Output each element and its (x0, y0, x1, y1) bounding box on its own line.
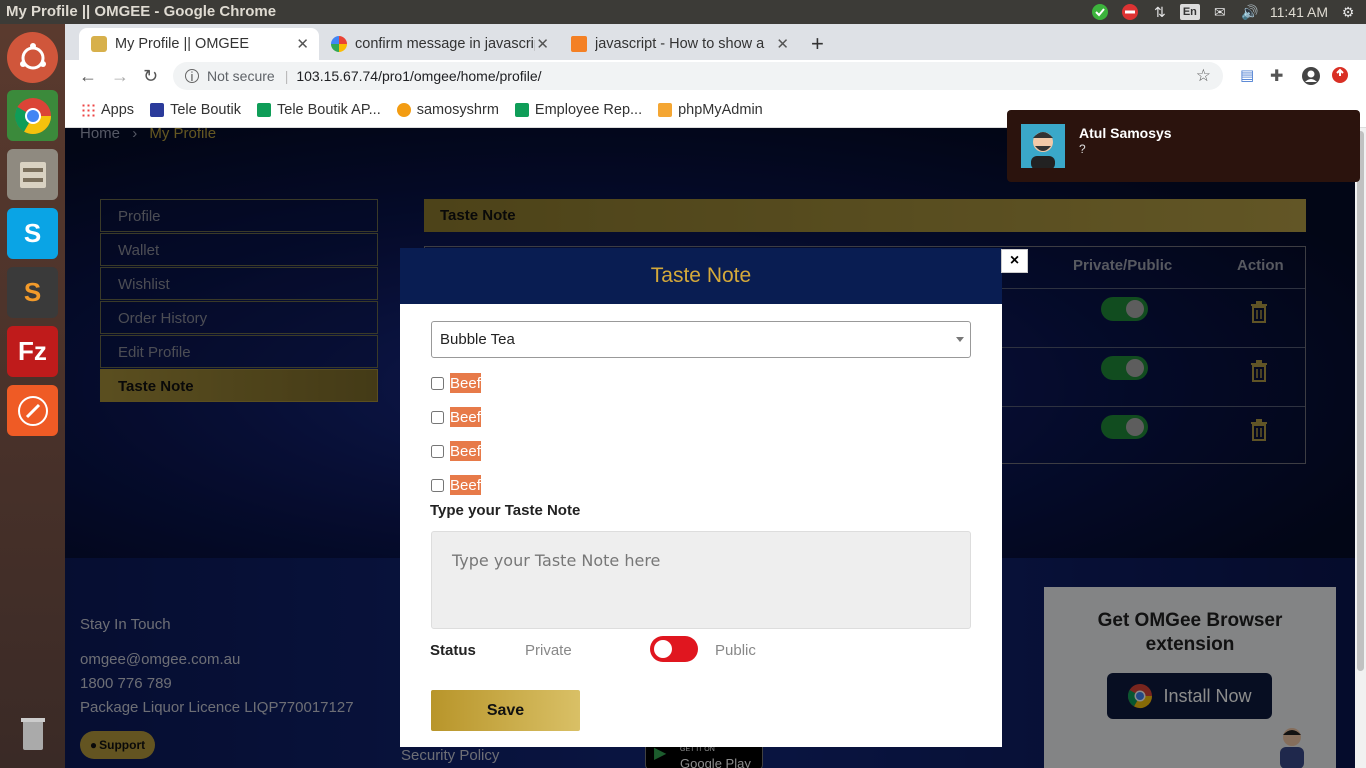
bookmark-star-icon[interactable]: ☆ (1196, 66, 1211, 86)
status-label: Status (430, 642, 476, 659)
phpmyadmin-icon (658, 102, 673, 117)
sheets-icon (514, 102, 529, 117)
tab-label: javascript - How to show a (595, 36, 765, 52)
no-entry-icon[interactable] (1120, 3, 1140, 21)
new-tab-button[interactable]: + (799, 28, 839, 60)
bookmark-label: samosyshrm (416, 101, 499, 118)
sublime-text-icon[interactable]: S (7, 267, 58, 318)
file-cabinet-icon[interactable] (7, 149, 58, 200)
security-label: Not secure (207, 68, 275, 84)
taste-note-label: Type your Taste Note (430, 502, 581, 519)
page-scrollbar[interactable] (1355, 128, 1366, 768)
taste-option[interactable]: Beef (431, 373, 481, 393)
status-row: Status Private Public (430, 636, 970, 662)
taste-option[interactable]: Beef (431, 407, 481, 427)
volume-icon[interactable]: 🔊 (1240, 3, 1260, 21)
bookmark-apps[interactable]: Apps (81, 102, 134, 118)
tab-label: confirm message in javascript (355, 36, 535, 52)
system-tray: ⇅ En ✉ 🔊 11:41 AM ⚙ (1090, 0, 1366, 24)
bookmark-samosyshrm[interactable]: samosyshrm (396, 101, 499, 118)
reload-icon[interactable]: ↻ (143, 66, 158, 87)
sheets-icon (257, 102, 271, 117)
taste-option-checkbox[interactable] (431, 410, 444, 424)
account-avatar-icon[interactable] (1301, 66, 1321, 91)
bookmark-tele-boutik[interactable]: Tele Boutik (150, 102, 241, 118)
taste-option-label: Beef (450, 475, 481, 495)
taste-option-checkbox[interactable] (431, 376, 444, 390)
chat-notification[interactable]: Atul Samosys ? (1007, 110, 1360, 182)
filezilla-icon[interactable]: Fz (7, 326, 58, 377)
bookmark-tele-boutik-api[interactable]: Tele Boutik AP... (257, 102, 381, 118)
google-favicon (331, 36, 347, 52)
taste-option-checkbox[interactable] (431, 444, 444, 458)
avatar (1021, 124, 1065, 168)
bookmark-label: Tele Boutik (170, 101, 241, 118)
browser-toolbar: ← → ↻ i Not secure | 103.15.67.74/pro1/o… (65, 60, 1366, 92)
taste-option-checkbox[interactable] (431, 478, 444, 492)
status-toggle[interactable] (650, 636, 698, 662)
update-check-icon[interactable] (1090, 3, 1110, 21)
bookmark-label: Apps (101, 101, 135, 118)
keyboard-language-indicator[interactable]: En (1179, 4, 1200, 20)
notification-sender: Atul Samosys (1079, 125, 1172, 141)
ubuntu-dash-icon[interactable] (7, 32, 58, 83)
close-icon[interactable]: × (1001, 249, 1028, 273)
close-tab-icon[interactable]: ✕ (776, 35, 789, 53)
scrollbar-thumb[interactable] (1357, 131, 1364, 671)
back-arrow-icon[interactable]: ← (79, 66, 97, 87)
save-button[interactable]: Save (431, 690, 580, 731)
private-label: Private (525, 642, 572, 659)
close-tab-icon[interactable]: ✕ (296, 35, 309, 53)
window-title: My Profile || OMGEE - Google Chrome (6, 3, 277, 20)
omgee-favicon (91, 36, 107, 52)
bookmark-label: Tele Boutik AP... (277, 101, 381, 118)
bookmark-label: phpMyAdmin (678, 101, 763, 118)
chrome-icon[interactable] (7, 90, 58, 141)
taste-note-modal: Taste Note Bubble Tea Beef Beef Beef Bee… (400, 248, 1002, 747)
postman-icon[interactable] (7, 385, 58, 436)
address-bar[interactable]: i Not secure | 103.15.67.74/pro1/omgee/h… (173, 62, 1223, 90)
info-icon[interactable]: i (185, 69, 199, 84)
taste-note-textarea[interactable]: Type your Taste Note here (431, 531, 971, 629)
drink-select[interactable]: Bubble Tea (431, 321, 971, 358)
update-badge-icon[interactable] (1331, 66, 1349, 89)
tab-confirm-message[interactable]: confirm message in javascript ✕ (319, 28, 559, 60)
close-tab-icon[interactable]: ✕ (536, 35, 549, 53)
network-icon[interactable]: ⇅ (1150, 3, 1170, 21)
settings-gear-icon[interactable]: ⚙ (1338, 3, 1358, 21)
trash-icon[interactable] (7, 708, 58, 759)
samosys-icon (396, 102, 411, 117)
taste-option-label: Beef (450, 373, 481, 393)
clock[interactable]: 11:41 AM (1270, 4, 1328, 20)
launcher: S S Fz (0, 24, 65, 768)
skype-icon[interactable]: S (7, 208, 58, 259)
bookmark-employee-rep[interactable]: Employee Rep... (514, 101, 643, 118)
url-divider: | (284, 68, 289, 84)
public-label: Public (715, 642, 756, 659)
taste-option[interactable]: Beef (431, 475, 481, 495)
translate-icon[interactable]: ▤ (1240, 66, 1254, 84)
tele-boutik-icon (150, 102, 165, 117)
drink-select-value: Bubble Tea (440, 331, 515, 348)
apps-grid-icon (81, 102, 95, 117)
os-top-bar: My Profile || OMGEE - Google Chrome ⇅ En… (0, 0, 1366, 24)
mail-icon[interactable]: ✉ (1210, 3, 1230, 21)
tab-my-profile[interactable]: My Profile || OMGEE ✕ (79, 28, 319, 60)
bookmark-label: Employee Rep... (534, 101, 643, 118)
chevron-down-icon (956, 337, 964, 342)
tab-label: My Profile || OMGEE (115, 36, 250, 52)
bookmark-phpmyadmin[interactable]: phpMyAdmin (658, 102, 763, 118)
taste-option-label: Beef (450, 441, 481, 461)
stackoverflow-favicon (571, 36, 587, 52)
tab-stackoverflow[interactable]: javascript - How to show a ✕ (559, 28, 799, 60)
taste-option-label: Beef (450, 407, 481, 427)
taste-option[interactable]: Beef (431, 441, 481, 461)
extensions-puzzle-icon[interactable]: ✚ (1270, 66, 1283, 86)
forward-arrow-icon[interactable]: → (111, 66, 129, 87)
url-text: 103.15.67.74/pro1/omgee/home/profile/ (296, 68, 542, 84)
modal-title: Taste Note (400, 248, 1002, 304)
notification-message: ? (1079, 142, 1086, 156)
